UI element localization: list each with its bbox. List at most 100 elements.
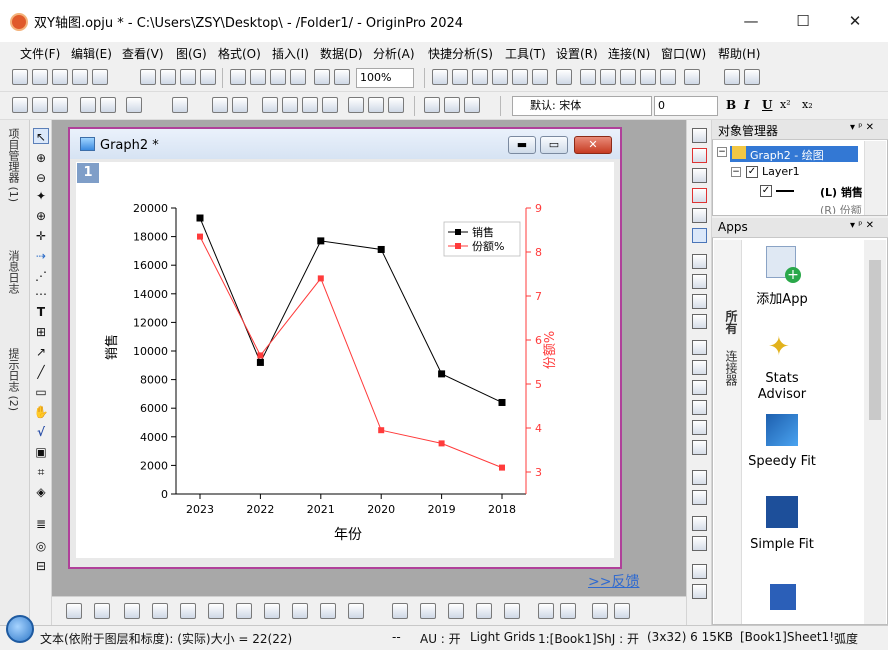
menu-analysis[interactable]: 分析(A)	[373, 45, 415, 62]
save-icon[interactable]	[270, 69, 286, 85]
menu-graph[interactable]: 图(G)	[176, 45, 207, 62]
menu-help[interactable]: 帮助(H)	[718, 45, 760, 62]
table-icon[interactable]	[322, 97, 338, 113]
print-icon[interactable]	[432, 69, 448, 85]
layer-arrange-1-icon[interactable]	[692, 274, 707, 289]
align-bottom-icon[interactable]	[692, 400, 707, 415]
layer-icon[interactable]	[232, 97, 248, 113]
y-axis-right-title[interactable]: 份额%	[543, 331, 558, 369]
mask-tool-icon[interactable]: ⌗	[33, 464, 49, 480]
status-auto-update[interactable]: AU : 开	[420, 630, 461, 647]
copy-page-icon[interactable]	[452, 69, 468, 85]
matrix-plot-icon[interactable]	[504, 603, 520, 619]
new-project-icon[interactable]	[12, 69, 28, 85]
app-stats-advisor-label[interactable]: Stats Advisor	[732, 371, 832, 403]
new-function-icon[interactable]	[92, 69, 108, 85]
layer-management-icon[interactable]	[614, 603, 630, 619]
graph-icon[interactable]	[388, 97, 404, 113]
rescale-x-icon[interactable]	[692, 168, 707, 183]
menu-quick-analysis[interactable]: 快捷分析(S)	[428, 45, 493, 62]
refresh-icon[interactable]	[314, 69, 330, 85]
paste-icon[interactable]	[464, 97, 480, 113]
apps-scroll-thumb[interactable]	[869, 260, 881, 420]
layer-arrange-2-icon[interactable]	[692, 294, 707, 309]
polar-plot-icon[interactable]	[264, 603, 280, 619]
align-middle-icon[interactable]	[692, 440, 707, 455]
bold-button[interactable]: B	[726, 98, 736, 112]
apps-gallery-icon[interactable]	[640, 69, 656, 85]
superscript-button[interactable]: x²	[780, 98, 791, 111]
object-manager-scrollbar[interactable]	[864, 141, 886, 215]
align-top-icon[interactable]	[692, 380, 707, 395]
3d-bar-icon[interactable]	[420, 603, 436, 619]
add-column-icon[interactable]	[684, 69, 700, 85]
menu-insert[interactable]: 插入(I)	[272, 45, 309, 62]
area-plot-icon[interactable]	[208, 603, 224, 619]
speedy-fit-icon[interactable]	[766, 414, 798, 446]
3d-surface-icon[interactable]	[392, 603, 408, 619]
heatmap-icon[interactable]	[448, 603, 464, 619]
line-symbol-plot-icon[interactable]	[124, 603, 140, 619]
align-left-icon[interactable]	[692, 340, 707, 355]
maximize-button[interactable]: ☐	[780, 6, 826, 36]
menu-file[interactable]: 文件(F)	[20, 45, 60, 62]
draw-data-icon[interactable]: ⋯	[33, 286, 49, 302]
tree-item-series-left[interactable]: (L) 销售	[820, 184, 863, 200]
screen-reader-icon[interactable]: ⊕	[33, 208, 49, 224]
line-tool-icon[interactable]: ╱	[33, 364, 49, 380]
arrow-tool-icon[interactable]: ↗	[33, 344, 49, 360]
forward-icon[interactable]	[32, 97, 48, 113]
rescale-y-icon[interactable]	[692, 148, 707, 163]
scale-bar-icon[interactable]	[282, 97, 298, 113]
align-right-icon[interactable]	[692, 360, 707, 375]
group-icon[interactable]	[692, 516, 707, 531]
tab-hint-log[interactable]: 提示日志 (2)	[3, 348, 21, 411]
import-icon[interactable]	[180, 69, 196, 85]
region-select-icon[interactable]: ⋰	[33, 268, 49, 284]
chart-legend[interactable]: 销售份额%	[443, 221, 521, 257]
rectangle-tool-icon[interactable]: ▭	[33, 384, 49, 400]
font-name-select[interactable]: 默认: 宋体	[512, 96, 652, 116]
results-log-icon[interactable]	[492, 69, 508, 85]
bubble-scale-icon[interactable]	[302, 97, 318, 113]
column-plot-icon[interactable]	[152, 603, 168, 619]
subscript-button[interactable]: x₂	[802, 98, 813, 111]
rescale-icon[interactable]	[52, 97, 68, 113]
data-connector-icon[interactable]	[348, 97, 364, 113]
scatter-plot-icon[interactable]	[94, 603, 110, 619]
distribute-v-icon[interactable]	[692, 490, 707, 505]
graph-minimize-button[interactable]: ▬	[508, 136, 536, 154]
back-icon[interactable]	[12, 97, 28, 113]
distribute-h-icon[interactable]	[692, 470, 707, 485]
origin-app-icon[interactable]	[10, 13, 28, 31]
tab-project-explorer[interactable]: 项目管理器 (1)	[3, 128, 21, 202]
image-plot-icon[interactable]	[538, 603, 554, 619]
layer-checkbox[interactable]: ✓	[746, 166, 758, 178]
menu-view[interactable]: 查看(V)	[122, 45, 164, 62]
rescale-z-icon[interactable]	[692, 188, 707, 203]
new-legend-icon[interactable]	[172, 97, 188, 113]
line-plot-icon[interactable]	[66, 603, 82, 619]
app-simple-fit-label[interactable]: Simple Fit	[732, 537, 832, 552]
open-folder-icon[interactable]	[230, 69, 246, 85]
merge-graph-icon[interactable]	[592, 603, 608, 619]
minimize-button[interactable]: —	[728, 6, 774, 36]
tree-item-layer[interactable]: Layer1	[762, 165, 800, 178]
tree-item-series-right[interactable]: (R) 份额	[820, 202, 862, 214]
tree-collapse-layer[interactable]: −	[731, 167, 741, 177]
pointer-tool-icon[interactable]: ↖	[33, 128, 49, 144]
insert-graph-icon[interactable]: ▣	[33, 444, 49, 460]
rescale-settings-icon[interactable]	[692, 208, 707, 223]
3d-rotate-icon[interactable]: ◈	[33, 484, 49, 500]
equation-tool-icon[interactable]: √	[33, 424, 49, 440]
copy-icon[interactable]	[444, 97, 460, 113]
message-log-icon[interactable]	[620, 69, 636, 85]
send-to-word-icon[interactable]	[770, 584, 796, 610]
tree-collapse-graph[interactable]: −	[717, 147, 727, 157]
save-template-icon[interactable]	[290, 69, 306, 85]
new-layout-icon[interactable]	[140, 69, 156, 85]
statistics-plot-icon[interactable]	[292, 603, 308, 619]
front-icon[interactable]	[692, 564, 707, 579]
color-scale-icon[interactable]	[262, 97, 278, 113]
layer-arrange-3-icon[interactable]	[692, 314, 707, 329]
